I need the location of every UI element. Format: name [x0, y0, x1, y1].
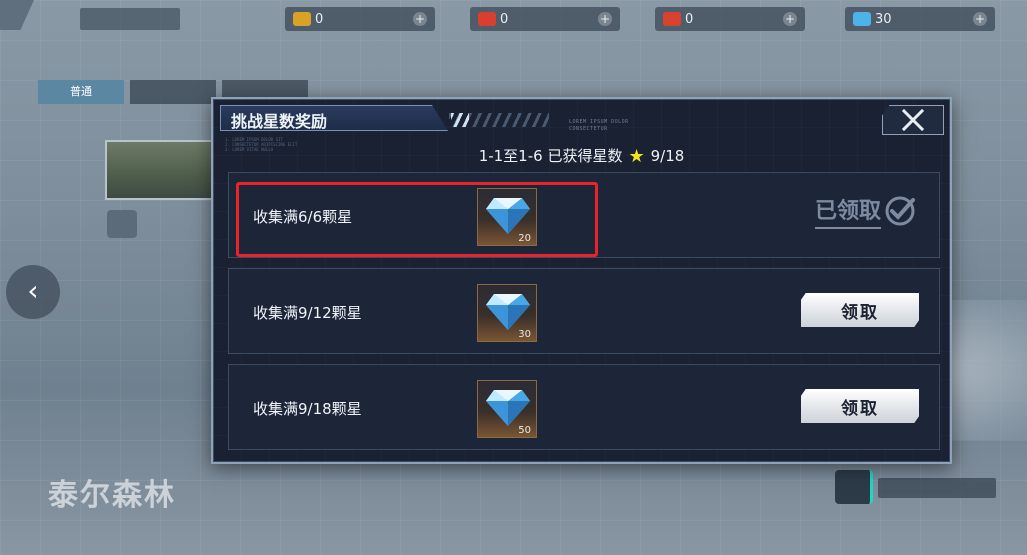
home-button[interactable]	[80, 8, 180, 30]
resource-gold: 0 +	[285, 7, 435, 31]
star-summary: 1-1至1-6 已获得星数 ★ 9/18	[213, 145, 950, 167]
reward-item[interactable]: 50	[477, 380, 537, 438]
dialog-title: 挑战星数奖励	[231, 112, 328, 131]
claim-button[interactable]: 领取	[801, 389, 919, 423]
resource-value: 0	[500, 11, 509, 27]
top-bar: 0 + 0 + 0 + 30 +	[0, 0, 1027, 40]
tab-hard[interactable]	[130, 80, 216, 104]
resource-diamond: 30 +	[845, 7, 995, 31]
reward-count: 50	[518, 425, 531, 436]
red-crate-icon	[478, 12, 496, 26]
claimed-status: 已领取	[814, 193, 917, 229]
claimed-label: 已领取	[814, 193, 881, 229]
diamond-icon	[486, 294, 530, 330]
chat-button[interactable]	[835, 470, 873, 504]
add-resource-button[interactable]: +	[413, 12, 427, 26]
add-resource-button[interactable]: +	[973, 12, 987, 26]
summary-label: 1-1至1-6 已获得星数	[478, 147, 623, 165]
diamond-icon	[853, 12, 871, 26]
previous-chapter-button[interactable]: ‹	[6, 265, 60, 319]
level-thumbnail[interactable]	[105, 140, 215, 200]
close-icon	[901, 108, 925, 132]
chat-label	[878, 478, 996, 498]
map-title: 泰尔森林	[48, 478, 176, 513]
red-supply-icon	[663, 12, 681, 26]
level-badge-icon	[107, 210, 137, 238]
tab-normal[interactable]: 普通	[38, 80, 124, 104]
resource-red-supply: 0 +	[655, 7, 805, 31]
star-reward-dialog: 挑战星数奖励 LOREM IPSUM DOLOR CONSECTETUR 1. L…	[211, 97, 952, 464]
resource-value: 0	[315, 11, 324, 27]
add-resource-button[interactable]: +	[783, 12, 797, 26]
add-resource-button[interactable]: +	[598, 12, 612, 26]
reward-item[interactable]: 30	[477, 284, 537, 342]
reward-row: 收集满9/18颗星 50 领取	[228, 364, 940, 450]
title-decoration-stripes	[449, 113, 549, 127]
close-button[interactable]	[882, 105, 944, 135]
resource-value: 30	[875, 11, 892, 27]
star-icon: ★	[628, 146, 645, 167]
summary-value: 9/18	[650, 147, 685, 165]
reward-row: 收集满9/12颗星 30 领取	[228, 268, 940, 354]
resource-red-crate: 0 +	[470, 7, 620, 31]
highlight-box	[236, 182, 598, 257]
decorative-text: LOREM IPSUM DOLOR CONSECTETUR	[569, 119, 629, 132]
gold-crate-icon	[293, 12, 311, 26]
check-circle-icon	[885, 196, 915, 226]
claim-button[interactable]: 领取	[801, 293, 919, 327]
reward-count: 30	[518, 329, 531, 340]
diamond-icon	[486, 390, 530, 426]
back-button[interactable]	[0, 0, 34, 30]
reward-requirement: 收集满9/18颗星	[253, 400, 362, 418]
reward-requirement: 收集满9/12颗星	[253, 304, 362, 322]
resource-value: 0	[685, 11, 694, 27]
